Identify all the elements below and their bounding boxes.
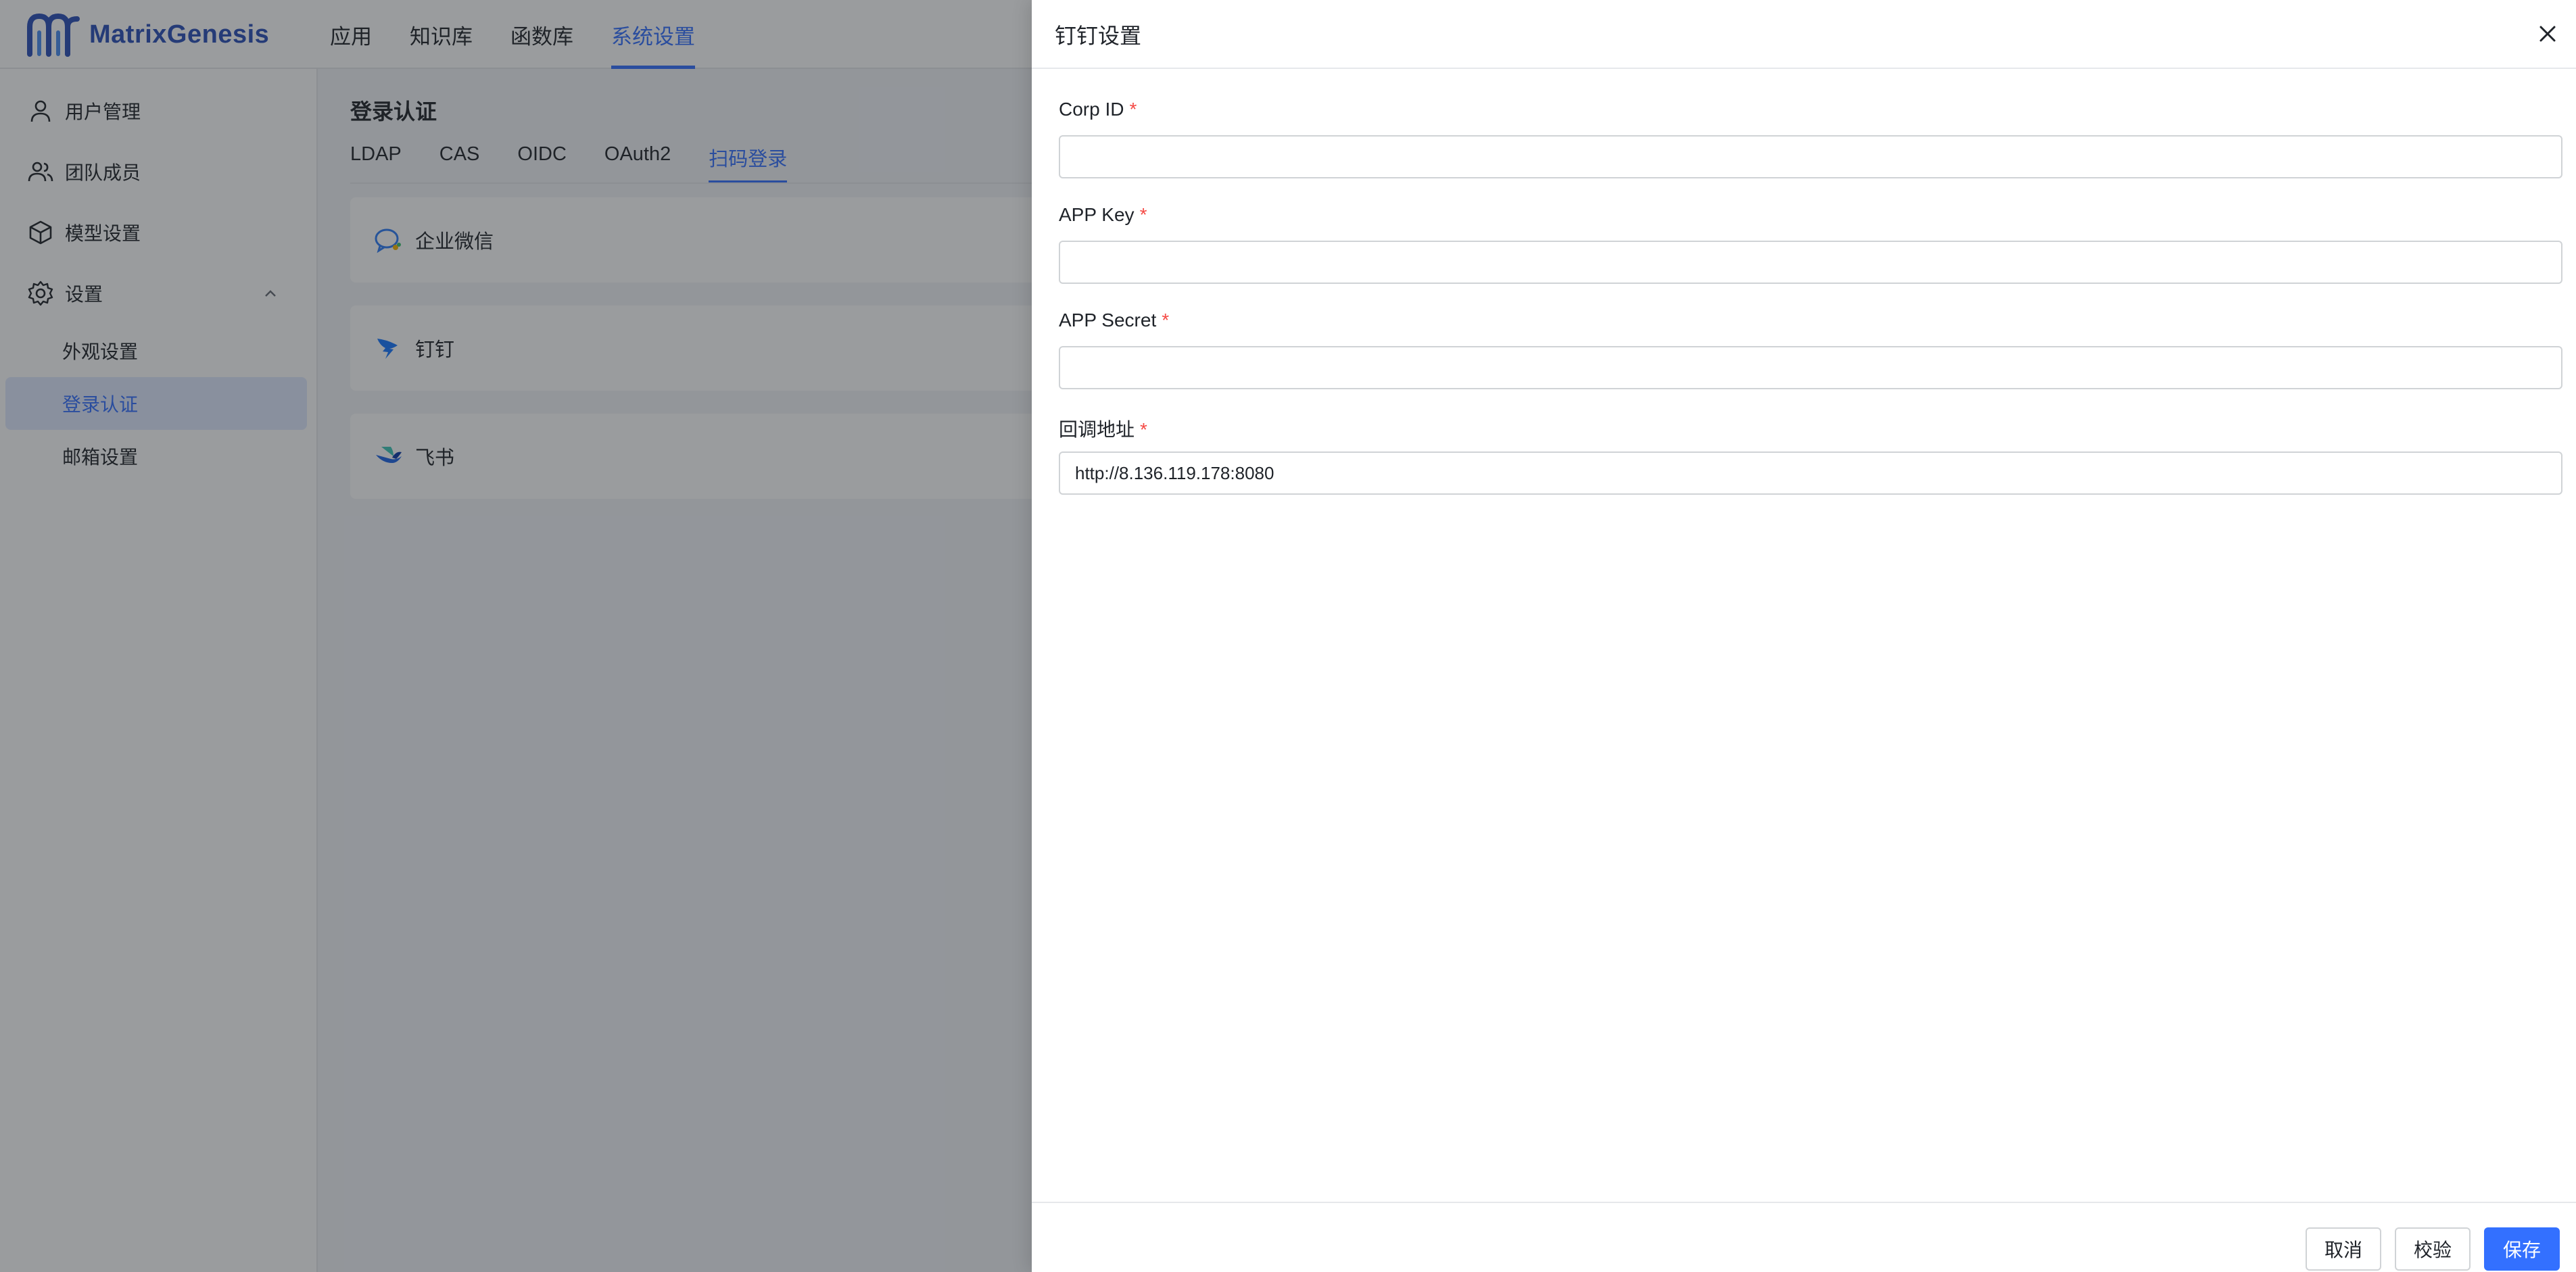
app-key-label: APP Key * bbox=[1059, 204, 1147, 226]
app-secret-label: APP Secret * bbox=[1059, 310, 1169, 331]
callback-url-input[interactable] bbox=[1059, 451, 2562, 495]
callback-url-label: 回调地址 * bbox=[1059, 415, 1147, 442]
corp-id-label-text: Corp ID bbox=[1059, 99, 1124, 120]
drawer-title: 钉钉设置 bbox=[1055, 24, 1142, 48]
callback-url-label-text: 回调地址 bbox=[1059, 419, 1135, 440]
required-mark: * bbox=[1140, 419, 1147, 440]
app-key-label-text: APP Key bbox=[1059, 204, 1135, 225]
drawer-header: 钉钉设置 bbox=[1032, 0, 2576, 69]
required-mark: * bbox=[1162, 310, 1170, 331]
app-secret-label-text: APP Secret bbox=[1059, 310, 1157, 331]
close-icon[interactable] bbox=[2534, 20, 2561, 47]
dingtalk-settings-drawer: 钉钉设置 Corp ID * APP Key * APP Secret * 回调地址 *… bbox=[1032, 0, 2576, 1272]
verify-button[interactable]: 校验 bbox=[2395, 1227, 2471, 1271]
app-secret-input[interactable] bbox=[1059, 346, 2562, 389]
drawer-footer: 取消 校验 保存 bbox=[1032, 1202, 2576, 1272]
app-key-input[interactable] bbox=[1059, 241, 2562, 284]
required-mark: * bbox=[1139, 204, 1147, 225]
cancel-button[interactable]: 取消 bbox=[2306, 1227, 2382, 1271]
corp-id-label: Corp ID * bbox=[1059, 99, 1137, 120]
required-mark: * bbox=[1129, 99, 1137, 120]
save-button[interactable]: 保存 bbox=[2484, 1227, 2560, 1271]
corp-id-input[interactable] bbox=[1059, 135, 2562, 178]
